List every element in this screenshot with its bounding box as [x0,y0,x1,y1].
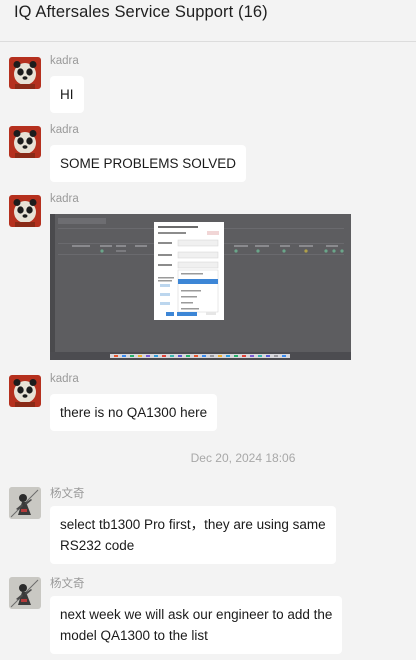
message-text: there is no QA1300 here [60,405,208,420]
message-text-line: select tb1300 Pro first，they are using s… [60,517,326,532]
avatar-kadra[interactable] [9,126,41,158]
chat-title[interactable]: IQ Aftersales Service Support (16) [14,3,268,22]
message-text: SOME PROBLEMS SOLVED [60,156,237,171]
message-text-line: model QA1300 to the list [60,628,208,643]
avatar-kadra[interactable] [9,375,41,407]
message-bubble[interactable]: HI [50,76,84,113]
message-bubble[interactable]: there is no QA1300 here [50,394,218,431]
sender-name: 杨文奇 [50,488,85,500]
sender-name: kadra [50,55,79,67]
message-text-line: RS232 code [60,538,135,553]
avatar-kadra[interactable] [9,195,41,227]
message-bubble[interactable]: next week we will ask our engineer to ad… [50,596,343,654]
avatar-kadra[interactable] [9,57,41,89]
screenshot-image[interactable] [50,214,351,360]
message-bubble[interactable]: select tb1300 Pro first，they are using s… [50,506,336,564]
avatar-yang[interactable] [9,577,41,609]
message-bubble[interactable]: SOME PROBLEMS SOLVED [50,145,247,182]
date-separator: Dec 20, 2024 18:06 [190,451,296,465]
avatar-yang[interactable] [9,487,41,519]
message-text-line: next week we will ask our engineer to ad… [60,607,333,622]
sender-name: kadra [50,124,79,136]
chat-header: IQ Aftersales Service Support (16) [0,0,416,42]
sender-name: 杨文奇 [50,578,85,590]
sender-name: kadra [50,193,79,205]
sender-name: kadra [50,373,79,385]
message-text: HI [60,87,74,102]
